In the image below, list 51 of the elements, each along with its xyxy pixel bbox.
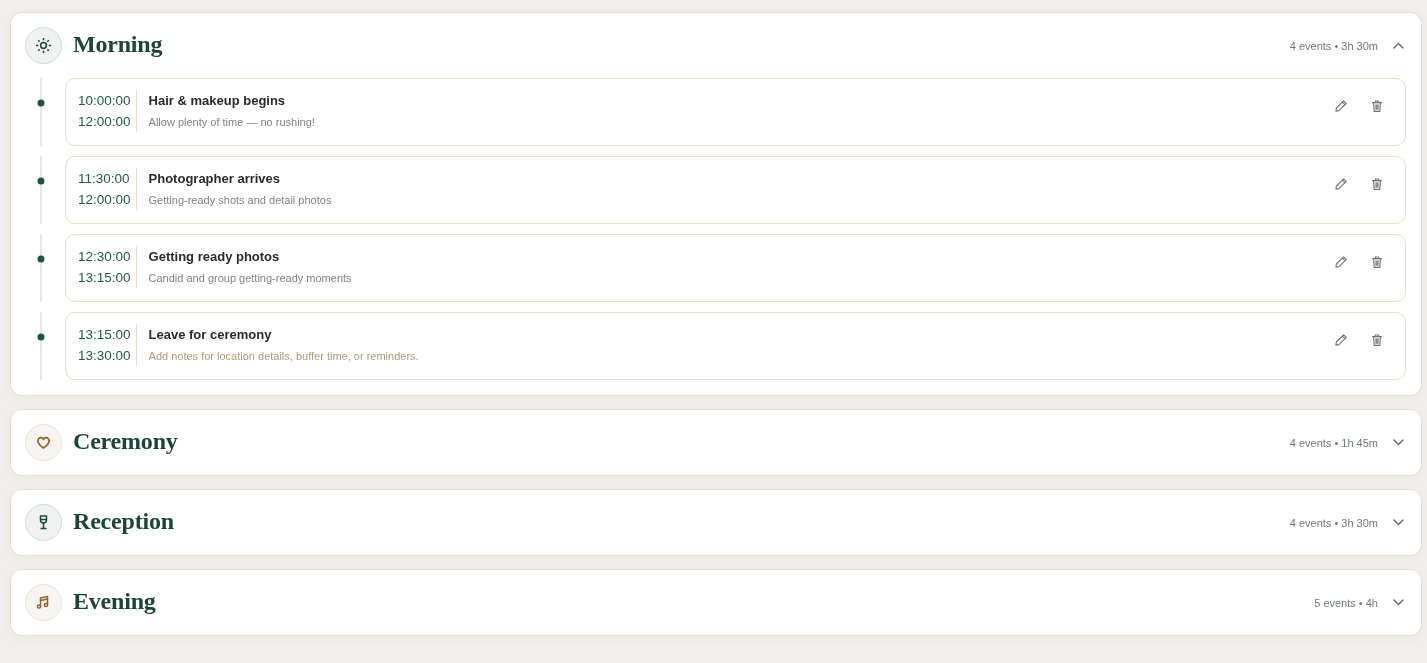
timeline-dot-icon [37,333,45,341]
chevron-up-icon [1393,42,1404,49]
collapse-button[interactable] [1393,40,1404,51]
music-note-icon [25,584,62,621]
pencil-icon [1334,333,1348,347]
chevron-down-icon [1393,519,1404,526]
event-title: Hair & makeup begins [148,92,287,109]
pencil-icon [1334,177,1348,191]
start-time: 13:15:00 [78,326,131,344]
trash-icon [1370,255,1384,269]
end-time: 12:00:00 [78,113,131,131]
event-title: Photographer arrives [148,170,282,187]
event-title: Leave for ceremony [148,326,273,343]
start-time: 12:30:00 [78,248,131,266]
notes-field[interactable]: Add notes for location details, buffer time, or reminders. [148,349,1327,363]
section-summary: 4 events • 3h 30m [1289,516,1378,529]
trash-icon [1370,333,1384,347]
timeline-dot-icon [37,255,45,263]
section-summary: 4 events • 1h 45m [1289,436,1378,449]
section-summary: 5 events • 4h [1314,596,1378,609]
timeline-line [40,156,42,224]
expand-button[interactable] [1393,437,1404,448]
timeline-dot-icon [37,177,45,185]
start-time: 10:00:00 [78,92,131,110]
timeline-line [40,312,42,380]
trash-icon [1370,99,1384,113]
end-time: 13:30:00 [78,347,131,365]
wine-glass-icon [25,504,62,541]
event-title: Getting ready photos [148,248,281,265]
timeline-line [40,234,42,302]
pencil-icon [1334,99,1348,113]
event-note: Allow plenty of time — no rushing! [148,115,316,129]
timeline-dot-icon [37,99,45,107]
section-title: Morning [73,31,163,59]
expand-button[interactable] [1393,597,1404,608]
chevron-down-icon [1393,599,1404,606]
event-note: Candid and group getting-ready moments [148,271,353,285]
section-summary: 4 events • 3h 30m [1289,39,1378,52]
section-title: Reception [73,508,174,536]
section-title: Ceremony [73,428,178,456]
section-title: Evening [73,588,156,616]
expand-button[interactable] [1393,517,1404,528]
chevron-down-icon [1393,439,1404,446]
event-note: Getting-ready shots and detail photos [148,193,333,207]
pencil-icon [1334,255,1348,269]
end-time: 13:15:00 [78,269,131,287]
end-time: 12:00:00 [78,191,131,209]
sun-icon [25,27,62,64]
trash-icon [1370,177,1384,191]
timeline-line [40,78,42,146]
start-time: 11:30:00 [78,170,131,188]
